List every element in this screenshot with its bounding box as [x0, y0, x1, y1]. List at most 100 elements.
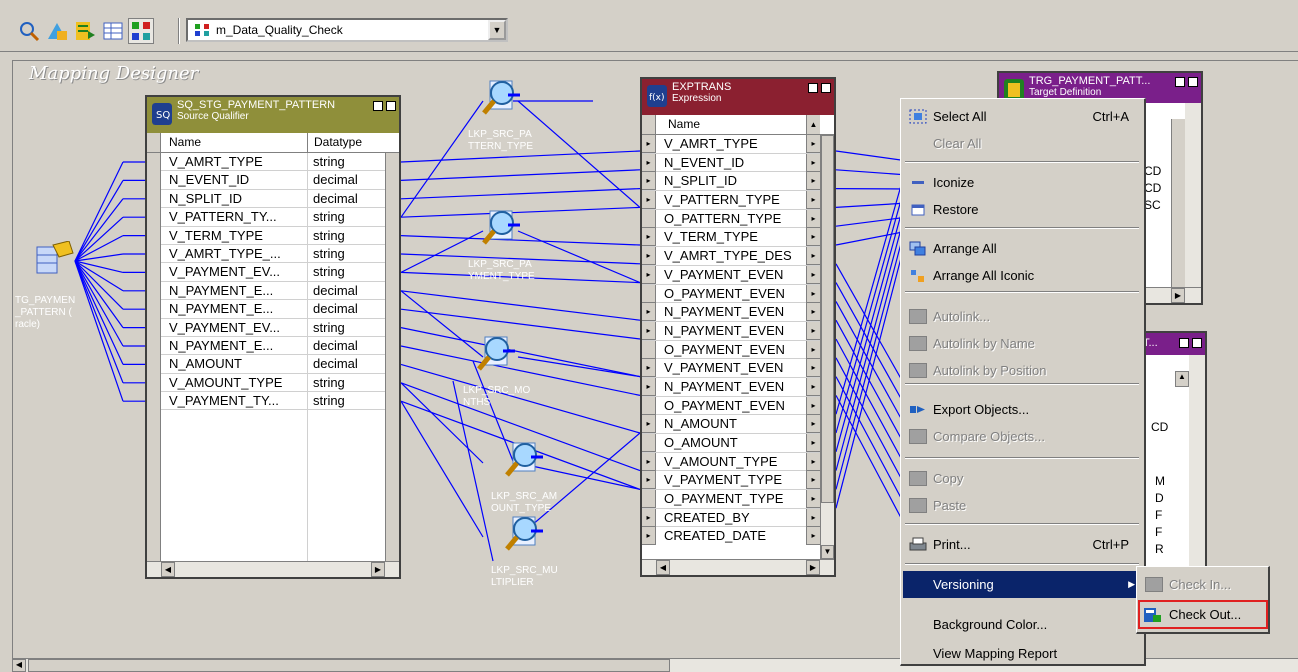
exp-port-row[interactable]: ▸ V_AMRT_TYPE_DES ▸: [642, 247, 834, 266]
scroll-up-icon[interactable]: ▲: [1175, 371, 1189, 387]
exp-port-row[interactable]: O_PAYMENT_EVEN ▸: [642, 340, 834, 360]
help-icon[interactable]: [1179, 338, 1189, 348]
sq-port-row[interactable]: ▸N_EVENT_IDdecimal▸: [147, 171, 399, 190]
exp-port-row[interactable]: ▸ V_TERM_TYPE ▸: [642, 228, 834, 248]
menu-item-autolink-by-name[interactable]: Autolink by Name: [903, 330, 1141, 357]
exp-port-row[interactable]: ▸ V_PAYMENT_EVEN ▸: [642, 359, 834, 378]
sq-port-row[interactable]: ▸V_PATTERN_TY...string▸: [147, 208, 399, 227]
sq-port-row[interactable]: ▸V_PAYMENT_EV...string▸: [147, 318, 399, 337]
exp-port-row[interactable]: ▸ V_PAYMENT_TYPE ▸: [642, 471, 834, 491]
port-input-icon[interactable]: ▸: [642, 153, 656, 172]
port-input-icon[interactable]: ▸: [642, 191, 656, 210]
col-header-datatype[interactable]: Datatype: [307, 133, 362, 152]
port-input-icon[interactable]: ▸: [642, 321, 656, 340]
sq-port-row[interactable]: ▸N_PAYMENT_E...decimal▸: [147, 281, 399, 301]
port-input-icon[interactable]: [642, 340, 656, 359]
source-qualifier-window[interactable]: SQ SQ_STG_PAYMENT_PATTERN Source Qualifi…: [145, 95, 401, 579]
sq-port-row[interactable]: ▸V_AMRT_TYPE_...string▸: [147, 244, 399, 264]
port-input-icon[interactable]: ▸: [642, 527, 656, 545]
port-input-icon[interactable]: [642, 284, 656, 303]
help-icon[interactable]: [1175, 77, 1185, 87]
horizontal-scrollbar[interactable]: ◀ ▶: [147, 561, 399, 577]
port-output-icon[interactable]: ▸: [806, 452, 820, 471]
help-icon[interactable]: [808, 83, 818, 93]
port-output-icon[interactable]: ▸: [806, 153, 820, 172]
minimize-icon[interactable]: [386, 101, 396, 111]
port-output-icon[interactable]: ▸: [806, 135, 820, 153]
port-output-icon[interactable]: ▸: [806, 471, 820, 490]
port-output-icon[interactable]: ▸: [806, 359, 820, 378]
exp-port-row[interactable]: ▸ N_SPLIT_ID ▸: [642, 172, 834, 192]
lookup-icon[interactable]: [476, 207, 522, 251]
lookup-icon[interactable]: [471, 333, 517, 377]
port-input-icon[interactable]: ▸: [642, 247, 656, 266]
menu-item-compare-objects[interactable]: Compare Objects...: [903, 423, 1141, 450]
scroll-left-icon[interactable]: ◀: [12, 659, 26, 672]
chevron-down-icon[interactable]: ▼: [488, 20, 506, 40]
sq-port-row[interactable]: ▸V_AMRT_TYPEstring▸: [147, 153, 399, 172]
menu-item-arrange-all-iconic[interactable]: Arrange All Iconic: [903, 262, 1141, 289]
transformation-developer-icon[interactable]: [100, 18, 126, 44]
sq-port-row[interactable]: ▸V_TERM_TYPEstring▸: [147, 226, 399, 245]
source-definition-icon[interactable]: [35, 241, 77, 281]
port-input-icon[interactable]: ▸: [642, 228, 656, 247]
port-input-icon[interactable]: ▸: [642, 508, 656, 527]
menu-item-autolink[interactable]: Autolink...: [903, 303, 1141, 330]
exp-port-row[interactable]: ▸ V_PAYMENT_EVEN ▸: [642, 265, 834, 285]
port-output-icon[interactable]: ▸: [806, 434, 820, 452]
port-input-icon[interactable]: [642, 434, 656, 452]
menu-item-print[interactable]: Print... Ctrl+P: [903, 531, 1141, 558]
port-output-icon[interactable]: ▸: [806, 247, 820, 266]
port-output-icon[interactable]: ▸: [806, 265, 820, 284]
find-icon[interactable]: [16, 18, 42, 44]
exp-port-row[interactable]: O_PAYMENT_EVEN ▸: [642, 284, 834, 304]
port-input-icon[interactable]: ▸: [642, 452, 656, 471]
port-output-icon[interactable]: ▸: [806, 415, 820, 434]
menu-item-autolink-by-position[interactable]: Autolink by Position: [903, 357, 1141, 384]
source-analyzer-icon[interactable]: [44, 18, 70, 44]
sq-port-row[interactable]: ▸N_PAYMENT_E...decimal▸: [147, 336, 399, 356]
port-input-icon[interactable]: ▸: [642, 135, 656, 153]
source-qualifier-header[interactable]: SQ SQ_STG_PAYMENT_PATTERN Source Qualifi…: [147, 97, 399, 133]
port-input-icon[interactable]: ▸: [642, 415, 656, 434]
menu-item-restore[interactable]: Restore: [903, 196, 1141, 223]
lookup-icon[interactable]: [499, 439, 545, 483]
mapping-designer-icon[interactable]: [128, 18, 154, 44]
lookup-icon[interactable]: [499, 513, 545, 557]
port-input-icon[interactable]: ▸: [642, 303, 656, 322]
check-in-menu-item[interactable]: Check In...: [1139, 571, 1267, 598]
port-input-icon[interactable]: [642, 209, 656, 228]
port-input-icon[interactable]: [642, 490, 656, 509]
minimize-icon[interactable]: [1188, 77, 1198, 87]
menu-item-paste[interactable]: Paste: [903, 492, 1141, 519]
exp-port-row[interactable]: O_AMOUNT ▸: [642, 434, 834, 453]
exp-port-row[interactable]: ▸ N_PAYMENT_EVEN ▸: [642, 303, 834, 322]
menu-item-export-objects[interactable]: Export Objects...: [903, 396, 1141, 423]
scroll-left-icon[interactable]: ◀: [656, 560, 670, 575]
expression-window[interactable]: f(x) EXPTRANS Expression Name ▲ ▸ V_AMRT_…: [640, 77, 836, 577]
exp-port-row[interactable]: ▸ CREATED_DATE ▸: [642, 527, 834, 545]
port-output-icon[interactable]: ▸: [806, 172, 820, 191]
exp-port-row[interactable]: O_PAYMENT_TYPE ▸: [642, 490, 834, 509]
col-header-name[interactable]: Name: [668, 117, 700, 131]
scroll-up-icon[interactable]: ▲: [806, 115, 820, 134]
port-output-icon[interactable]: ▸: [806, 490, 820, 509]
port-output-icon[interactable]: ▸: [806, 209, 820, 228]
scroll-right-icon[interactable]: ▶: [371, 562, 385, 577]
port-output-icon[interactable]: ▸: [806, 508, 820, 527]
sq-port-row[interactable]: ▸N_AMOUNTdecimal▸: [147, 355, 399, 374]
port-output-icon[interactable]: ▸: [806, 303, 820, 322]
exp-port-row[interactable]: O_PATTERN_TYPE ▸: [642, 209, 834, 229]
port-output-icon[interactable]: ▸: [806, 284, 820, 303]
port-input-icon[interactable]: ▸: [642, 377, 656, 396]
menu-item-iconize[interactable]: Iconize: [903, 169, 1141, 196]
menu-item-clear-all[interactable]: Clear All: [903, 130, 1141, 157]
port-input-icon[interactable]: ▸: [642, 471, 656, 490]
port-output-icon[interactable]: ▸: [806, 228, 820, 247]
check-out-menu-item[interactable]: Check Out...: [1138, 600, 1268, 629]
port-input-icon[interactable]: ▸: [642, 359, 656, 378]
lookup-icon[interactable]: [476, 77, 522, 121]
help-icon[interactable]: [373, 101, 383, 111]
port-output-icon[interactable]: ▸: [806, 191, 820, 210]
port-input-icon[interactable]: ▸: [642, 172, 656, 191]
